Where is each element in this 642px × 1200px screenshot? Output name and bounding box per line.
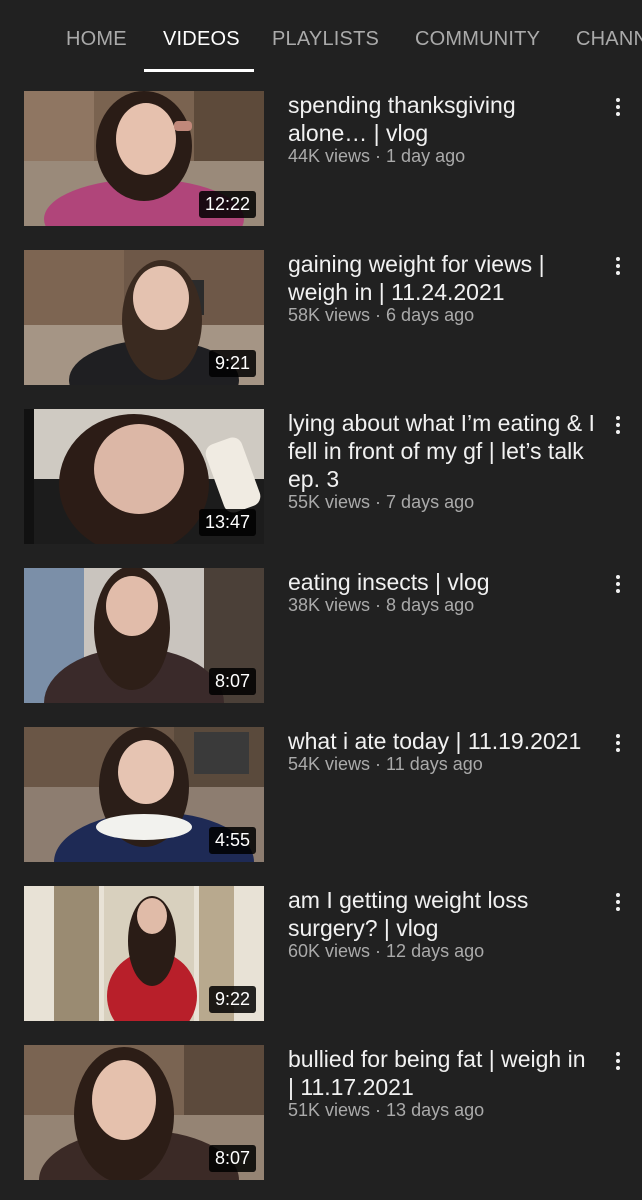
- active-tab-indicator: [144, 69, 254, 72]
- view-count: 38K views: [288, 595, 371, 615]
- video-title[interactable]: what i ate today | 11.19.2021: [288, 727, 596, 755]
- view-count: 54K views: [288, 754, 371, 774]
- more-vert-icon[interactable]: [606, 413, 630, 437]
- video-meta: 38K views · 8 days ago: [288, 594, 588, 616]
- video-duration: 9:22: [208, 986, 256, 1013]
- video-title[interactable]: am I getting weight loss surgery? | vlog: [288, 886, 596, 942]
- meta-separator: ·: [370, 305, 387, 325]
- video-thumbnail[interactable]: 8:07: [24, 568, 264, 703]
- video-title[interactable]: gaining weight for views | weigh in | 11…: [288, 250, 596, 306]
- video-meta: 55K views · 7 days ago: [288, 491, 588, 513]
- video-item[interactable]: 4:55 what i ate today | 11.19.2021 54K v…: [0, 727, 642, 867]
- video-meta: 51K views · 13 days ago: [288, 1099, 588, 1121]
- video-meta: 58K views · 6 days ago: [288, 304, 588, 326]
- upload-age: 11 days ago: [386, 754, 483, 774]
- meta-separator: ·: [370, 1100, 387, 1120]
- tab-playlists[interactable]: PLAYLISTS: [272, 28, 379, 51]
- video-thumbnail[interactable]: 9:21: [24, 250, 264, 385]
- video-item[interactable]: 8:07 eating insects | vlog 38K views · 8…: [0, 568, 642, 708]
- video-thumbnail[interactable]: 13:47: [24, 409, 264, 544]
- video-thumbnail[interactable]: 12:22: [24, 91, 264, 226]
- video-duration: 4:55: [208, 827, 256, 854]
- video-item[interactable]: 13:47 lying about what I’m eating & I fe…: [0, 409, 642, 549]
- upload-age: 13 days ago: [386, 1100, 485, 1120]
- video-item[interactable]: 12:22 spending thanksgiving alone… | vlo…: [0, 91, 642, 231]
- tab-videos[interactable]: VIDEOS: [163, 28, 240, 51]
- video-thumbnail[interactable]: 9:22: [24, 886, 264, 1021]
- view-count: 55K views: [288, 492, 371, 512]
- video-thumbnail[interactable]: 4:55: [24, 727, 264, 862]
- view-count: 60K views: [288, 941, 371, 961]
- video-title[interactable]: lying about what I’m eating & I fell in …: [288, 409, 596, 493]
- view-count: 44K views: [288, 146, 371, 166]
- tab-channels[interactable]: CHANN: [576, 28, 642, 51]
- video-duration: 8:07: [208, 668, 256, 695]
- upload-age: 1 day ago: [386, 146, 466, 166]
- video-meta: 54K views · 11 days ago: [288, 753, 588, 775]
- more-vert-icon[interactable]: [606, 890, 630, 914]
- video-duration: 13:47: [198, 509, 256, 536]
- video-item[interactable]: 8:07 bullied for being fat | weigh in | …: [0, 1045, 642, 1185]
- meta-separator: ·: [370, 492, 387, 512]
- meta-separator: ·: [370, 146, 387, 166]
- tab-home[interactable]: HOME: [66, 28, 127, 51]
- video-title[interactable]: bullied for being fat | weigh in | 11.17…: [288, 1045, 596, 1101]
- more-vert-icon[interactable]: [606, 95, 630, 119]
- video-thumbnail[interactable]: 8:07: [24, 1045, 264, 1180]
- video-title[interactable]: spending thanksgiving alone… | vlog: [288, 91, 596, 147]
- video-duration: 9:21: [208, 350, 256, 377]
- meta-separator: ·: [370, 754, 387, 774]
- video-meta: 44K views · 1 day ago: [288, 145, 588, 167]
- video-meta: 60K views · 12 days ago: [288, 940, 588, 962]
- view-count: 51K views: [288, 1100, 371, 1120]
- video-duration: 8:07: [208, 1145, 256, 1172]
- video-item[interactable]: 9:21 gaining weight for views | weigh in…: [0, 250, 642, 390]
- upload-age: 8 days ago: [386, 595, 475, 615]
- upload-age: 12 days ago: [386, 941, 485, 961]
- more-vert-icon[interactable]: [606, 1049, 630, 1073]
- video-title[interactable]: eating insects | vlog: [288, 568, 596, 596]
- more-vert-icon[interactable]: [606, 731, 630, 755]
- more-vert-icon[interactable]: [606, 254, 630, 278]
- more-vert-icon[interactable]: [606, 572, 630, 596]
- view-count: 58K views: [288, 305, 371, 325]
- video-duration: 12:22: [198, 191, 256, 218]
- meta-separator: ·: [370, 595, 387, 615]
- tab-community[interactable]: COMMUNITY: [415, 28, 540, 51]
- meta-separator: ·: [370, 941, 387, 961]
- upload-age: 7 days ago: [386, 492, 475, 512]
- channel-tabs: HOME VIDEOS PLAYLISTS COMMUNITY CHANN: [0, 0, 642, 78]
- upload-age: 6 days ago: [386, 305, 475, 325]
- video-item[interactable]: 9:22 am I getting weight loss surgery? |…: [0, 886, 642, 1026]
